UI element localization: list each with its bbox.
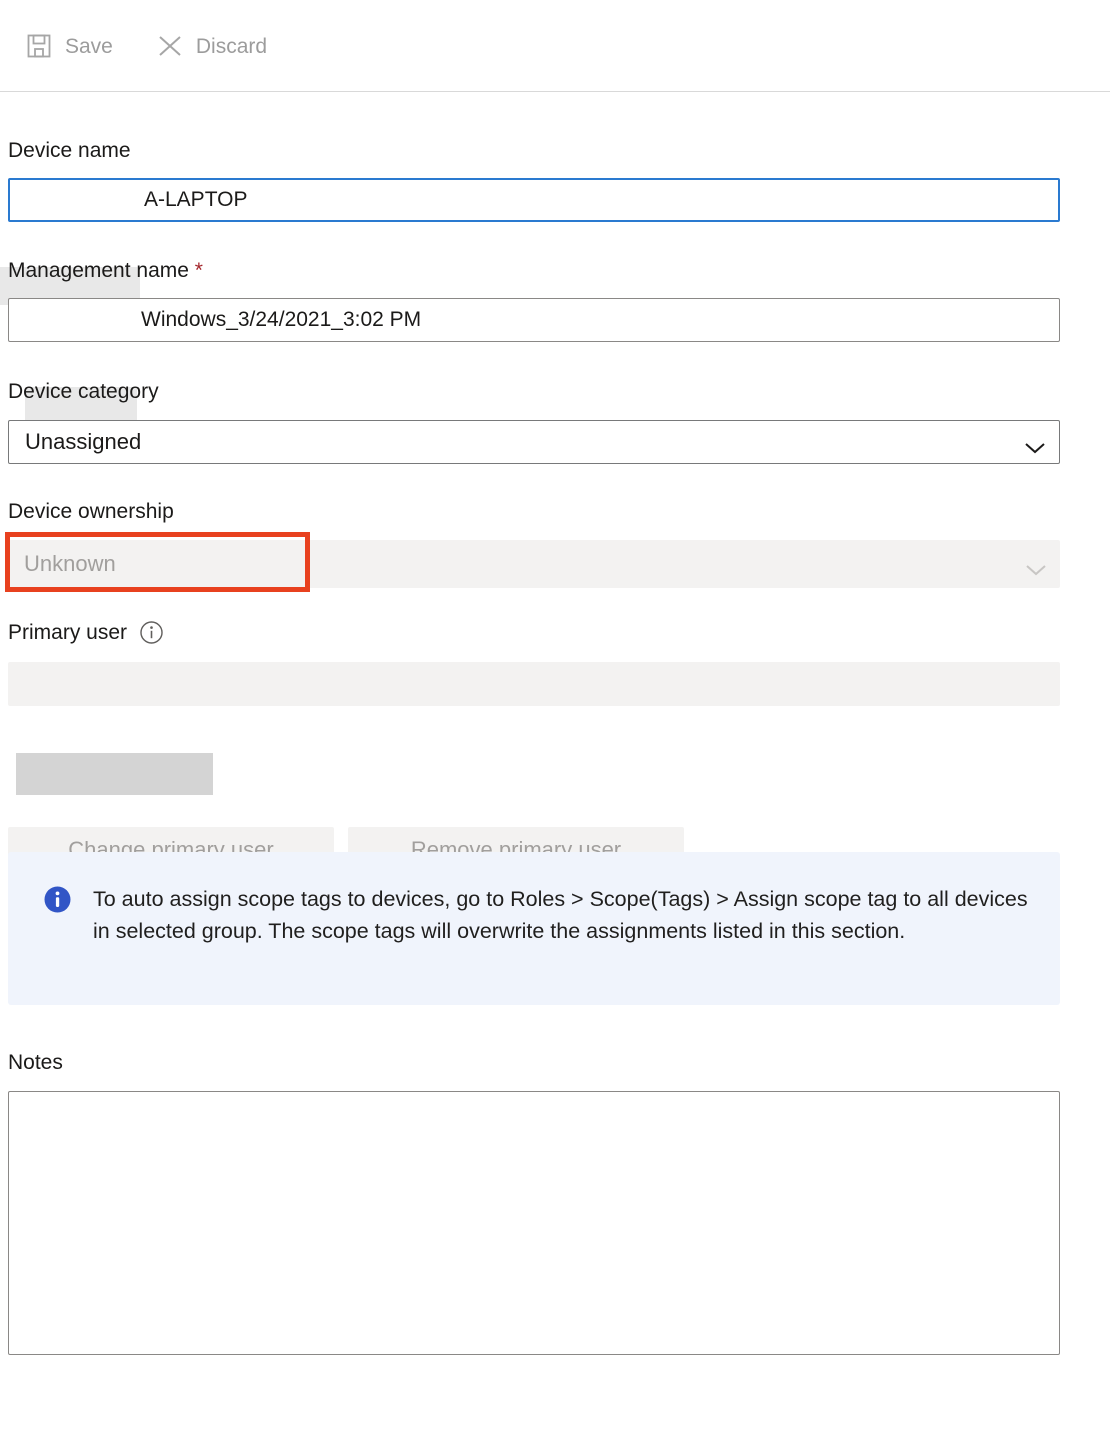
save-floppy-icon bbox=[26, 33, 52, 59]
field-device-ownership: Device ownership Unknown bbox=[8, 501, 1060, 588]
management-name-required-marker: * bbox=[194, 259, 203, 282]
primary-user-label-row: Primary user bbox=[8, 620, 1060, 645]
primary-user-input[interactable] bbox=[8, 662, 1060, 706]
device-ownership-dropdown[interactable]: Unknown bbox=[8, 540, 1060, 588]
notes-label: Notes bbox=[8, 1051, 63, 1074]
primary-user-label: Primary user bbox=[8, 621, 128, 644]
info-circle-filled-icon bbox=[44, 886, 71, 913]
device-category-dropdown[interactable]: Unassigned bbox=[8, 420, 1060, 464]
info-circle-icon[interactable] bbox=[139, 620, 164, 645]
chevron-down-icon bbox=[1024, 557, 1048, 576]
device-category-value: Unassigned bbox=[25, 429, 142, 454]
management-name-label-text: Management name bbox=[8, 259, 189, 282]
command-bar-divider bbox=[0, 91, 1110, 92]
discard-button[interactable]: Discard bbox=[153, 27, 271, 65]
primary-user-redaction bbox=[16, 753, 213, 795]
scope-tags-info-text: To auto assign scope tags to devices, go… bbox=[93, 887, 1028, 943]
notes-textarea[interactable] bbox=[8, 1091, 1060, 1355]
discard-button-label: Discard bbox=[195, 34, 268, 58]
save-button[interactable]: Save bbox=[22, 27, 117, 65]
device-name-input[interactable]: A-LAPTOP bbox=[8, 178, 1060, 222]
management-name-value: Windows_3/24/2021_3:02 PM bbox=[141, 308, 422, 331]
field-management-name: Management name * Windows_3/24/2021_3:02… bbox=[8, 260, 1060, 342]
management-name-input[interactable]: Windows_3/24/2021_3:02 PM bbox=[8, 298, 1060, 342]
device-name-label: Device name bbox=[8, 139, 131, 162]
close-x-icon bbox=[157, 33, 183, 59]
device-category-label: Device category bbox=[8, 380, 159, 403]
command-bar: Save Discard bbox=[0, 0, 1110, 92]
field-device-name: Device name A-LAPTOP bbox=[8, 140, 1060, 222]
device-ownership-label: Device ownership bbox=[8, 500, 174, 523]
scope-tags-info-banner: To auto assign scope tags to devices, go… bbox=[8, 852, 1060, 1005]
chevron-down-icon bbox=[1023, 435, 1047, 454]
device-ownership-value: Unknown bbox=[24, 551, 116, 576]
save-button-label: Save bbox=[65, 34, 113, 58]
field-notes: Notes bbox=[8, 1052, 1060, 1355]
management-name-label: Management name * bbox=[8, 260, 1060, 281]
field-device-category: Device category Unassigned bbox=[8, 381, 1060, 464]
field-primary-user: Primary user bbox=[8, 620, 1060, 706]
device-name-value: A-LAPTOP bbox=[144, 188, 248, 211]
